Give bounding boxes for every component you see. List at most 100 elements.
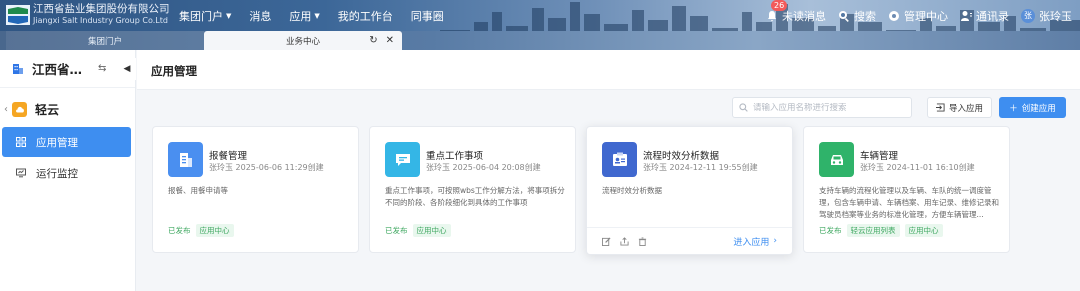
company-logo-icon: [6, 5, 30, 25]
bell-icon: [768, 10, 776, 21]
tab-group-portal-label: 集团门户: [87, 36, 122, 47]
nav-messages[interactable]: 消息: [240, 8, 280, 24]
nav-apps[interactable]: 应用 ▼: [280, 8, 328, 24]
unread-count-badge: 26: [771, 0, 788, 11]
import-icon: [935, 103, 945, 112]
create-app-button[interactable]: ＋ 创建应用: [999, 97, 1066, 118]
create-app-label: 创建应用: [1021, 103, 1056, 114]
trash-icon[interactable]: [638, 236, 647, 246]
contacts-label: 通讯录: [976, 9, 1009, 23]
caret-left-icon: ◀: [123, 64, 131, 74]
contacts-icon: [961, 10, 972, 21]
app-card-tags: 已发布 应用中心: [385, 224, 451, 237]
refresh-icon[interactable]: ↻: [369, 35, 377, 46]
caret-down-icon: ▼: [314, 11, 320, 20]
app-card-meta: 张玲玉 2025-06-04 20:08创建: [426, 163, 541, 172]
app-card-meta: 张玲玉 2024-12-11 19:55创建: [643, 163, 758, 172]
chevron-left-icon[interactable]: ‹: [4, 104, 8, 115]
swap-icon[interactable]: ⇆: [98, 63, 106, 74]
close-icon[interactable]: ✕: [386, 35, 394, 46]
app-card-desc: 报餐、用餐申请等: [168, 186, 228, 195]
unread-messages-label: 未读消息: [782, 9, 826, 23]
user-menu[interactable]: 张 张玲玉: [1021, 8, 1072, 24]
chat-icon: [385, 142, 420, 177]
status-published: 已发布: [385, 226, 408, 235]
top-header: 江西省盐业集团股份有限公司 Jiangxi Salt Industry Grou…: [0, 0, 1080, 50]
company-logo-text: 江西省盐业集团股份有限公司 Jiangxi Salt Industry Grou…: [33, 4, 170, 26]
admin-center-button[interactable]: 管理中心: [888, 8, 948, 24]
nav-group-portal[interactable]: 集团门户 ▼: [170, 8, 240, 24]
tab-business-center-label: 业务中心: [285, 36, 320, 47]
app-card-key-work[interactable]: 重点工作事项 张玲玉 2025-06-04 20:08创建 重点工作事项，可按照…: [369, 126, 576, 253]
monitor-icon: [16, 168, 26, 178]
app-card-title: 重点工作事项: [426, 151, 484, 162]
avatar: 张: [1021, 8, 1035, 23]
building-icon: [13, 63, 23, 74]
company-name-cn: 江西省盐业集团股份有限公司: [33, 3, 170, 15]
tab-actions: ↻ ✕: [369, 31, 394, 50]
app-search-box[interactable]: [732, 97, 912, 118]
nav-apps-label: 应用: [289, 9, 312, 23]
enter-app-label: 进入应用: [733, 237, 770, 248]
app-card-desc: 重点工作事项，可按照wbs工作分解方法，将事项拆分不同的阶段、各阶段细化到具体的…: [385, 186, 565, 207]
nav-my-workbench-label: 我的工作台: [337, 9, 393, 23]
contacts-button[interactable]: 通讯录: [960, 8, 1009, 24]
org-switcher[interactable]: 江西省盐业集团股份有限公司 ⇆: [0, 50, 135, 88]
page-title: 应用管理: [151, 64, 197, 78]
app-card-vehicle[interactable]: 车辆管理 张玲玉 2024-11-01 16:10创建 支持车辆的流程化管理以及…: [803, 126, 1010, 253]
edit-icon[interactable]: [602, 236, 611, 246]
import-app-button[interactable]: 导入应用: [927, 97, 992, 118]
tab-group-portal[interactable]: 集团门户: [6, 31, 204, 50]
app-name: 轻云: [35, 102, 60, 117]
status-published: 已发布: [819, 226, 842, 235]
grid-icon: [16, 137, 26, 147]
enter-app-link[interactable]: 进入应用 ›: [733, 235, 777, 248]
user-name: 张玲玉: [1039, 9, 1072, 23]
nav-my-workbench[interactable]: 我的工作台: [329, 8, 402, 24]
nav-colleague-circle-label: 同事圈: [410, 9, 444, 23]
sidebar-item-run-monitor[interactable]: 运行监控: [2, 158, 131, 188]
sidebar-item-label: 应用管理: [36, 136, 78, 149]
tab-business-center[interactable]: 业务中心 ↻ ✕: [204, 31, 402, 50]
tag: 轻云应用列表: [846, 224, 900, 237]
export-icon[interactable]: [620, 236, 629, 246]
app-card-meta: 张玲玉 2024-11-01 16:10创建: [860, 163, 975, 172]
sidebar-item-label: 运行监控: [36, 167, 78, 180]
main-header: 应用管理: [137, 50, 1080, 90]
caret-down-icon: ▼: [226, 11, 232, 20]
search-icon: [739, 103, 748, 112]
app-card-tags: 已发布 应用中心: [168, 224, 234, 237]
nav-colleague-circle[interactable]: 同事圈: [402, 8, 453, 24]
company-name-en: Jiangxi Salt Industry Group Co.Ltd: [33, 16, 168, 25]
header-search-label: 搜索: [854, 9, 876, 23]
app-card-title: 报餐管理: [209, 151, 248, 162]
current-app: ‹ 轻云: [0, 91, 135, 127]
admin-center-label: 管理中心: [904, 9, 948, 23]
sidebar-collapse-button[interactable]: ◀: [118, 58, 136, 80]
plus-icon: ＋: [1009, 103, 1018, 114]
app-card-meal[interactable]: 报餐管理 张玲玉 2025-06-06 11:29创建 报餐、用餐申请等 已发布…: [152, 126, 359, 253]
chevron-right-icon: ›: [773, 236, 777, 246]
search-icon: [839, 10, 849, 22]
app-card-actions: 进入应用 ›: [587, 227, 792, 254]
app-card-desc: 支持车辆的流程化管理以及车辆、车队的统一调度管理，包含车辆申请、车辆档案、用车记…: [819, 186, 999, 219]
unread-messages-button[interactable]: 26 未读消息: [766, 0, 826, 24]
status-published: 已发布: [168, 226, 191, 235]
car-icon: [819, 142, 854, 177]
gear-icon: [889, 10, 899, 21]
id-card-icon: [602, 142, 637, 177]
cloud-icon: [12, 101, 27, 117]
tag: 应用中心: [412, 224, 451, 237]
app-search-input[interactable]: [753, 102, 903, 113]
header-tools: 26 未读消息 搜索 管理中心 通讯录 张 张玲玉: [766, 0, 1072, 31]
app-card-process-analysis[interactable]: 流程时效分析数据 张玲玉 2024-12-11 19:55创建 流程时效分析数据…: [586, 126, 793, 255]
sidebar-item-app-management[interactable]: 应用管理: [2, 127, 131, 157]
tag: 应用中心: [195, 224, 234, 237]
app-card-title: 流程时效分析数据: [643, 151, 720, 162]
org-name: 江西省盐业集团股份有限公司: [32, 62, 94, 77]
app-card-meta: 张玲玉 2025-06-06 11:29创建: [209, 163, 324, 172]
nav-group-portal-label: 集团门户: [179, 9, 223, 23]
main-content: 导入应用 ＋ 创建应用 报餐管理 张玲玉 2025-06-06 11:29创建 …: [137, 91, 1080, 291]
header-search-button[interactable]: 搜索: [838, 8, 876, 24]
tag: 应用中心: [904, 224, 943, 237]
